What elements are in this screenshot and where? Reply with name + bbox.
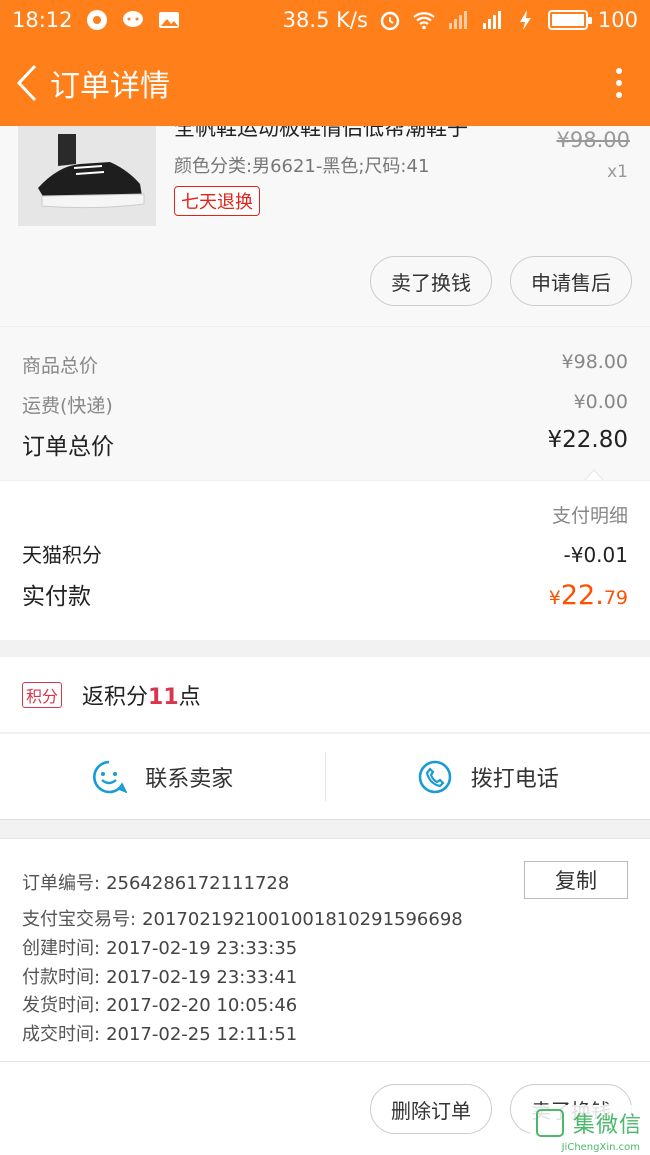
request-aftersales-button[interactable]: 申请售后 [510,256,632,306]
price-summary: 商品总价 ¥98.00 运费(快递) ¥0.00 订单总价 ¥22.80 [0,326,650,481]
points-badge: 积分 [22,681,63,708]
order-total-row: 订单总价 ¥22.80 [22,427,628,461]
sneaker-image [18,126,156,226]
actual-paid-row: 实付款 ¥22.79 [22,577,628,611]
signal-icon [482,11,501,29]
watermark-icon [536,1109,564,1137]
back-button[interactable] [10,63,44,103]
battery-icon [547,10,592,30]
call-phone-button[interactable]: 拨打电话 [326,734,650,819]
watermark-logo: 集微信 JiChengXin.com [530,1105,650,1155]
bottom-action-bar: 删除订单 卖了换钱 集微信 JiChengXin.com [0,1062,650,1155]
signal-4g-icon [448,11,467,29]
network-speed: 38.5 K/s [282,8,368,32]
sell-for-cash-button[interactable]: 卖了换钱 [370,256,492,306]
delete-order-button[interactable]: 删除订单 [370,1084,492,1134]
contact-bar: 联系卖家 拨打电话 [0,734,650,820]
charging-icon [519,10,531,30]
paid-time: 2017-02-19 23:33:41 [106,967,298,988]
product-price: ¥98.00 [556,128,630,152]
points-reward-text: 返积分11点 [82,684,201,710]
product-spec: 颜色分类:男6621-黑色;尺码:41 [174,156,430,177]
page-title: 订单详情 [50,69,170,104]
phone-icon [418,760,452,793]
goods-total-value: ¥98.00 [561,351,628,373]
alarm-icon [380,11,400,31]
goods-total-label: 商品总价 [22,355,99,377]
order-number: 2564286172111728 [106,873,290,894]
chat-notification-icon [122,11,143,27]
chevron-left-icon [16,64,37,102]
status-time: 18:12 [12,8,73,32]
order-info: 订单编号: 2564286172111728 复制 支付宝交易号: 20170219… [0,838,650,1062]
created-time: 2017-02-19 23:33:35 [106,938,298,959]
goods-total-row: 商品总价 ¥98.00 [22,351,628,378]
payment-detail-label: 支付明细 [551,505,628,527]
completed-time-row: 成交时间: 2017-02-25 12:11:51 [22,1024,298,1045]
contact-seller-label: 联系卖家 [145,766,234,792]
wifi-icon [413,12,435,30]
order-total-label: 订单总价 [22,434,114,460]
completed-time: 2017-02-25 12:11:51 [106,1024,298,1045]
more-dots-icon [616,68,622,74]
contact-seller-button[interactable]: 联系卖家 [0,734,325,819]
call-phone-label: 拨打电话 [470,766,559,792]
nav-bar: 订单详情 [0,40,650,126]
seven-day-return-badge: 七天退换 [174,186,260,216]
alipay-trade-row: 支付宝交易号: 2017021921001001810291596698 [22,909,463,930]
more-menu-button[interactable] [604,63,634,103]
chat-smile-icon [93,760,128,793]
battery-level: 100 [597,8,638,32]
app-header: 18:12 38.5 K/s 100 订单详情 [0,0,650,126]
product-card[interactable]: 全帆鞋运动板鞋情侣低帮潮鞋子 颜色分类:男6621-黑色;尺码:41 ¥98.0… [0,116,650,326]
tmall-points-label: 天猫积分 [22,543,102,567]
shipped-time: 2017-02-20 10:05:46 [106,995,298,1016]
order-number-row: 订单编号: 2564286172111728 [22,873,290,894]
payment-details: 支付明细 天猫积分 -¥0.01 实付款 ¥22.79 [0,480,650,640]
tmall-points-row: 天猫积分 -¥0.01 [22,539,628,568]
alipay-trade-number: 2017021921001001810291596698 [142,909,463,930]
app-notification-icon [86,10,107,30]
points-reward-row: 积分 返积分11点 [0,657,650,733]
tmall-points-value: -¥0.01 [563,543,628,567]
product-thumbnail[interactable] [18,126,156,226]
actual-paid-value: ¥22.79 [548,580,628,611]
status-bar: 18:12 38.5 K/s 100 [0,0,650,40]
shipped-time-row: 发货时间: 2017-02-20 10:05:46 [22,995,298,1016]
created-time-row: 创建时间: 2017-02-19 23:33:35 [22,938,298,959]
shipping-value: ¥0.00 [573,391,628,413]
shipping-label: 运费(快递) [22,395,113,417]
gallery-notification-icon [158,12,179,28]
product-quantity: x1 [607,162,628,182]
copy-order-number-button[interactable]: 复制 [524,861,628,899]
order-total-value: ¥22.80 [547,427,628,453]
actual-paid-label: 实付款 [22,584,91,610]
paid-time-row: 付款时间: 2017-02-19 23:33:41 [22,967,298,988]
shipping-row: 运费(快递) ¥0.00 [22,391,628,418]
